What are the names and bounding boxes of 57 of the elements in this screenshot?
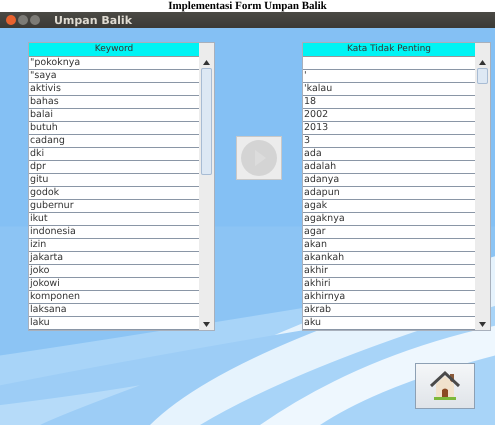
list-item[interactable]: dki	[29, 148, 199, 161]
list-item[interactable]: aktivis	[29, 83, 199, 96]
list-item[interactable]: izin	[29, 239, 199, 252]
list-item[interactable]: aku	[303, 317, 475, 330]
list-item[interactable]: laksana	[29, 304, 199, 317]
list-item[interactable]: "pokoknya	[29, 57, 199, 70]
list-item[interactable]: ikut	[29, 213, 199, 226]
list-item[interactable]: akhir	[303, 265, 475, 278]
list-item[interactable]: adapun	[303, 187, 475, 200]
list-item[interactable]: laku	[29, 317, 199, 330]
list-item[interactable]: butuh	[29, 122, 199, 135]
list-item[interactable]: gubernur	[29, 200, 199, 213]
list-item[interactable]: agak	[303, 200, 475, 213]
list-item[interactable]: agaknya	[303, 213, 475, 226]
list-item[interactable]: akhiri	[303, 278, 475, 291]
list-item[interactable]: jokowi	[29, 278, 199, 291]
play-icon	[240, 139, 278, 177]
list-item[interactable]: 'kalau	[303, 83, 475, 96]
list-item[interactable]: komponen	[29, 291, 199, 304]
close-button[interactable]	[6, 15, 16, 25]
column-header: Keyword	[29, 43, 199, 57]
scrollbar[interactable]	[199, 43, 214, 330]
page-heading: Implementasi Form Umpan Balik	[167, 0, 328, 12]
list-item[interactable]: 2002	[303, 109, 475, 122]
scroll-thumb[interactable]	[477, 68, 488, 84]
scrollbar[interactable]	[475, 43, 490, 330]
scroll-thumb[interactable]	[201, 68, 212, 175]
scroll-up-icon[interactable]	[203, 60, 210, 65]
list-item[interactable]: akrab	[303, 304, 475, 317]
list-item[interactable]: 3	[303, 135, 475, 148]
list-item[interactable]: akankah	[303, 252, 475, 265]
list-item[interactable]: "saya	[29, 70, 199, 83]
list-item[interactable]: ada	[303, 148, 475, 161]
column-header: Kata Tidak Penting	[303, 43, 475, 57]
list-item[interactable]: '	[303, 70, 475, 83]
minimize-button[interactable]	[18, 15, 28, 25]
maximize-button[interactable]	[30, 15, 40, 25]
list-item[interactable]: godok	[29, 187, 199, 200]
list-item[interactable]: akhirnya	[303, 291, 475, 304]
list-item[interactable]: indonesia	[29, 226, 199, 239]
list-item[interactable]: joko	[29, 265, 199, 278]
list-item[interactable]: 2013	[303, 122, 475, 135]
list-item[interactable]: balai	[29, 109, 199, 122]
list-item[interactable]: adalah	[303, 161, 475, 174]
list-item[interactable]: bahas	[29, 96, 199, 109]
list-item[interactable]: gitu	[29, 174, 199, 187]
list-item[interactable]: 18	[303, 96, 475, 109]
list-item[interactable]: adanya	[303, 174, 475, 187]
list-item[interactable]: dpr	[29, 161, 199, 174]
list-item[interactable]: jakarta	[29, 252, 199, 265]
list-item[interactable]: cadang	[29, 135, 199, 148]
home-button[interactable]	[415, 363, 475, 409]
list-item[interactable]: agar	[303, 226, 475, 239]
window-title: Umpan Balik	[54, 14, 132, 26]
list-item[interactable]: akan	[303, 239, 475, 252]
house-icon	[428, 369, 462, 403]
scroll-up-icon[interactable]	[479, 60, 486, 65]
